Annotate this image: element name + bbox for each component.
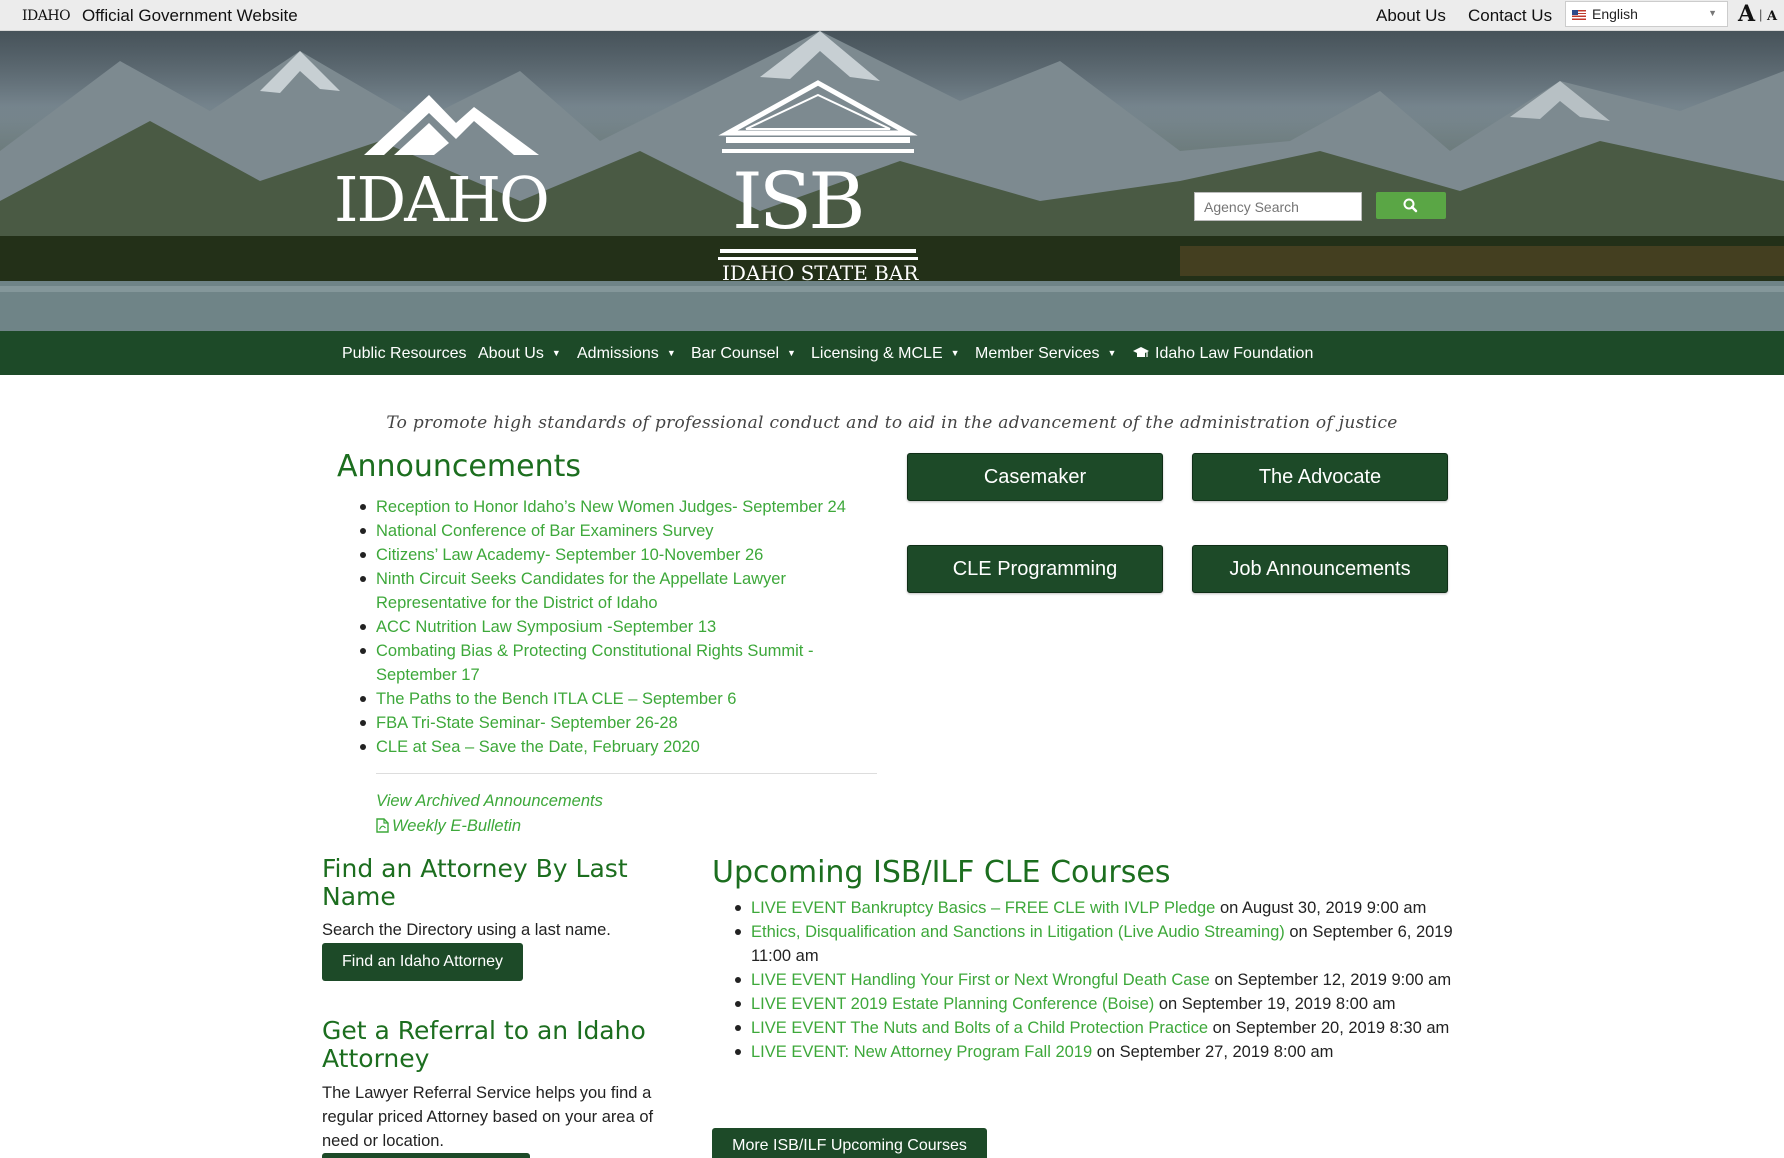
caret-down-icon: ▼ <box>1107 348 1117 358</box>
pdf-icon <box>376 818 389 833</box>
announcement-link[interactable]: National Conference of Bar Examiners Sur… <box>358 519 878 543</box>
font-smaller-button[interactable]: A <box>1767 9 1777 24</box>
cle-course-link[interactable]: Ethics, Disqualification and Sanctions i… <box>751 923 1285 941</box>
us-flag-icon <box>1572 10 1586 20</box>
nav-member-services[interactable]: Member Services ▼ <box>975 345 1116 363</box>
archived-announcements-link[interactable]: View Archived Announcements <box>376 792 603 811</box>
nav-idaho-law-foundation[interactable]: Idaho Law Foundation <box>1133 345 1313 363</box>
hero-banner: IDAHO ISB IDAHO STATE BAR <box>0 31 1784 331</box>
main-navigation: Public Resources About Us ▼ Admissions ▼ B… <box>0 331 1784 375</box>
official-website-label: Official Government Website <box>82 6 298 25</box>
announcements-list: Reception to Honor Idaho’s New Women Jud… <box>358 495 878 759</box>
upcoming-cle-heading: Upcoming ISB/ILF CLE Courses <box>712 855 1171 890</box>
referral-button[interactable] <box>322 1153 530 1158</box>
nav-licensing-mcle[interactable]: Licensing & MCLE ▼ <box>811 345 960 363</box>
cle-course-link[interactable]: LIVE EVENT The Nuts and Bolts of a Child… <box>751 1019 1208 1037</box>
cle-course-link[interactable]: LIVE EVENT 2019 Estate Planning Conferen… <box>751 995 1154 1013</box>
idaho-logo-text: IDAHO <box>334 163 550 236</box>
caret-down-icon: ▼ <box>1708 8 1717 18</box>
language-selected: English <box>1592 6 1638 22</box>
isb-logo[interactable]: ISB IDAHO STATE BAR <box>718 75 918 305</box>
nav-label: Admissions <box>577 345 659 362</box>
list-item: LIVE EVENT 2019 Estate Planning Conferen… <box>733 992 1463 1016</box>
agency-search-input[interactable] <box>1194 192 1362 221</box>
language-select[interactable]: English ▼ <box>1565 1 1728 27</box>
isb-logo-subtitle: IDAHO STATE BAR <box>722 261 919 285</box>
nav-admissions[interactable]: Admissions ▼ <box>577 345 676 363</box>
cle-course-date: on September 19, 2019 8:00 am <box>1154 995 1396 1013</box>
nav-label: About Us <box>478 345 544 362</box>
announcement-link[interactable]: Ninth Circuit Seeks Candidates for the A… <box>358 567 878 615</box>
nav-label: Member Services <box>975 345 1100 362</box>
find-attorney-description: Search the Directory using a last name. <box>322 921 611 939</box>
nav-about-us[interactable]: About Us ▼ <box>478 345 561 363</box>
utility-bar: IDAHO Official Government Website About … <box>0 0 1784 31</box>
contact-us-link[interactable]: Contact Us <box>1468 6 1552 26</box>
cle-course-link[interactable]: LIVE EVENT: New Attorney Program Fall 20… <box>751 1043 1092 1061</box>
idaho-state-logo[interactable]: IDAHO <box>334 83 590 263</box>
list-item: Ethics, Disqualification and Sanctions i… <box>733 920 1463 968</box>
courthouse-pediment-icon <box>718 80 918 153</box>
mission-tagline: To promote high standards of professiona… <box>386 413 1398 433</box>
announcement-link[interactable]: ACC Nutrition Law Symposium -September 1… <box>358 615 878 639</box>
nav-label: Licensing & MCLE <box>811 345 943 362</box>
list-item: LIVE EVENT Handling Your First or Next W… <box>733 968 1463 992</box>
cle-courses-list: LIVE EVENT Bankruptcy Basics – FREE CLE … <box>733 896 1463 1064</box>
nav-public-resources[interactable]: Public Resources <box>342 345 467 363</box>
caret-down-icon: ▼ <box>666 348 676 358</box>
announcement-link[interactable]: Reception to Honor Idaho’s New Women Jud… <box>358 495 878 519</box>
mortarboard-icon <box>1133 347 1149 357</box>
referral-heading: Get a Referral to an Idaho Attorney <box>322 1016 646 1073</box>
search-icon <box>1403 198 1418 213</box>
list-item: LIVE EVENT: New Attorney Program Fall 20… <box>733 1040 1463 1064</box>
cle-course-date: on September 20, 2019 8:30 am <box>1208 1019 1450 1037</box>
referral-description: The Lawyer Referral Service helps you fi… <box>322 1084 654 1150</box>
announcements-divider <box>376 773 877 774</box>
the-advocate-button[interactable]: The Advocate <box>1192 453 1448 501</box>
about-us-link[interactable]: About Us <box>1376 6 1446 26</box>
more-upcoming-courses-button[interactable]: More ISB/ILF Upcoming Courses <box>712 1128 987 1158</box>
caret-down-icon: ▼ <box>551 348 561 358</box>
casemaker-button[interactable]: Casemaker <box>907 453 1163 501</box>
announcement-link[interactable]: CLE at Sea – Save the Date, February 202… <box>358 735 878 759</box>
cle-course-date: on August 30, 2019 9:00 am <box>1215 899 1427 917</box>
nav-bar-counsel[interactable]: Bar Counsel ▼ <box>691 345 796 363</box>
caret-down-icon: ▼ <box>950 348 960 358</box>
nav-label: Idaho Law Foundation <box>1155 345 1314 362</box>
announcement-link[interactable]: Citizens’ Law Academy- September 10-Nove… <box>358 543 878 567</box>
cle-course-date: on September 12, 2019 9:00 am <box>1209 971 1452 989</box>
announcement-link[interactable]: Combating Bias & Protecting Constitution… <box>358 639 878 687</box>
font-separator: | <box>1759 7 1763 22</box>
find-idaho-attorney-button[interactable]: Find an Idaho Attorney <box>322 943 523 981</box>
announcement-link[interactable]: FBA Tri-State Seminar- September 26-28 <box>358 711 878 735</box>
find-attorney-heading: Find an Attorney By Last Name <box>322 854 628 911</box>
isb-logo-letters: ISB <box>732 157 866 247</box>
idaho-mountains-icon <box>364 95 539 155</box>
list-item: LIVE EVENT The Nuts and Bolts of a Child… <box>733 1016 1463 1040</box>
nav-label: Bar Counsel <box>691 345 780 362</box>
cle-course-date: on September 27, 2019 8:00 am <box>1092 1043 1334 1061</box>
announcements-heading: Announcements <box>337 449 581 484</box>
caret-down-icon: ▼ <box>787 348 796 358</box>
idaho-small-logo[interactable]: IDAHO <box>22 8 71 24</box>
list-item: LIVE EVENT Bankruptcy Basics – FREE CLE … <box>733 896 1463 920</box>
announcement-link[interactable]: The Paths to the Bench ITLA CLE – Septem… <box>358 687 878 711</box>
weekly-ebulletin-label: Weekly E-Bulletin <box>392 817 521 835</box>
cle-programming-button[interactable]: CLE Programming <box>907 545 1163 593</box>
nav-label: Public Resources <box>342 345 467 362</box>
font-larger-button[interactable]: A <box>1738 1 1755 27</box>
weekly-ebulletin-link[interactable]: Weekly E-Bulletin <box>376 816 521 836</box>
cle-course-link[interactable]: LIVE EVENT Bankruptcy Basics – FREE CLE … <box>751 899 1215 917</box>
cle-course-link[interactable]: LIVE EVENT Handling Your First or Next W… <box>751 971 1210 989</box>
job-announcements-button[interactable]: Job Announcements <box>1192 545 1448 593</box>
search-button[interactable] <box>1376 192 1446 219</box>
